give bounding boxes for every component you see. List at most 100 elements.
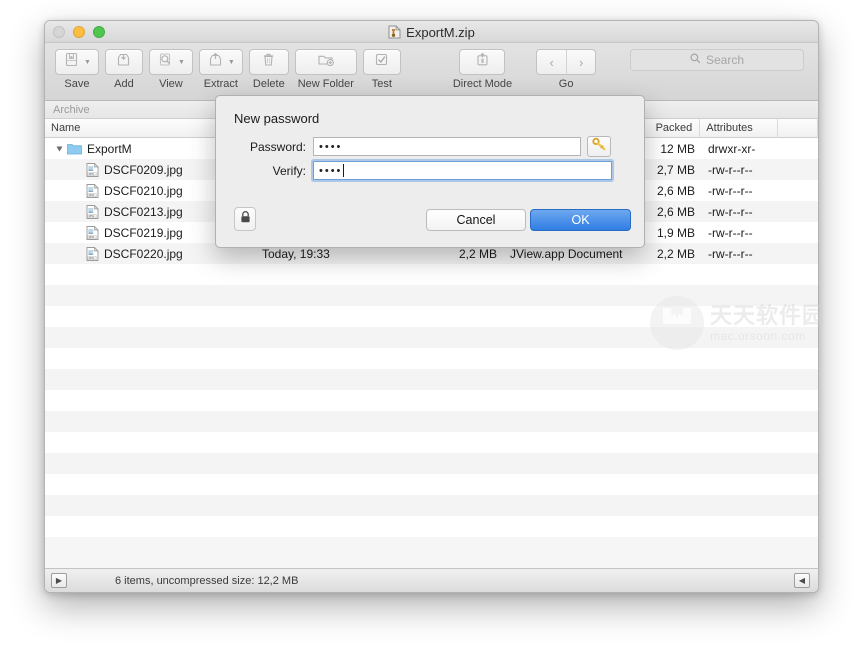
verify-value: •••• [319, 164, 343, 177]
folder-icon [67, 143, 82, 155]
dialog-title: New password [234, 111, 320, 126]
empty-row [45, 453, 818, 474]
ok-button[interactable]: OK [530, 209, 631, 231]
jpeg-file-icon: JPG [86, 162, 99, 177]
go-forward-button[interactable]: › [566, 50, 595, 74]
key-icon [592, 137, 606, 156]
row-attributes-cell: -rw-r--r-- [708, 204, 753, 219]
chevron-down-icon: ▼ [177, 58, 185, 66]
cancel-button[interactable]: Cancel [426, 209, 526, 231]
verify-field-row: Verify: •••• [234, 161, 612, 180]
empty-row [45, 369, 818, 390]
password-input[interactable]: •••• [313, 137, 581, 156]
main-toolbar: ▼ Save Add ▼ View ▼ Extract Delete New F… [45, 43, 818, 101]
svg-text:JPG: JPG [88, 193, 95, 197]
chevron-right-icon: › [578, 54, 584, 70]
svg-text:JPG: JPG [88, 256, 95, 260]
trash-icon [260, 51, 277, 73]
new-folder-icon [316, 51, 335, 73]
column-header-attributes[interactable]: Attributes [700, 118, 779, 138]
row-packed-cell: 2,6 MB [656, 183, 695, 198]
column-header-packed[interactable]: Packed [639, 118, 701, 138]
toolbar-button-view[interactable]: ▼ View [148, 49, 193, 90]
jpeg-file-icon: JPG [86, 225, 99, 240]
empty-row [45, 537, 818, 538]
verify-label: Verify: [272, 163, 306, 178]
row-name-cell[interactable]: JPG DSCF0220.jpg [45, 246, 256, 261]
empty-row [45, 474, 818, 495]
svg-text:JPG: JPG [88, 214, 95, 218]
scroll-left-icon[interactable]: ▶ [51, 573, 67, 588]
row-packed-cell: 1,9 MB [656, 225, 695, 240]
row-packed-cell: 2,7 MB [656, 162, 695, 177]
toolbar-button-test[interactable]: Test [362, 49, 401, 90]
empty-row [45, 432, 818, 453]
row-name-label: DSCF0213.jpg [104, 204, 183, 219]
column-header-extra[interactable] [778, 118, 818, 138]
view-magnifier-icon [157, 51, 174, 73]
chevron-down-icon: ▼ [227, 58, 235, 66]
empty-row [45, 327, 818, 348]
toolbar-go-group: ‹ › Go [536, 49, 597, 90]
lock-icon [239, 210, 252, 229]
row-name-label: DSCF0219.jpg [104, 225, 183, 240]
toolbar-button-delete[interactable]: Delete [248, 49, 289, 90]
lock-options-button[interactable] [234, 207, 256, 231]
row-date-cell: Today, 19:33 [262, 246, 330, 261]
save-archive-icon [63, 51, 80, 73]
toolbar-label-go: Go [558, 78, 574, 90]
jpeg-file-icon: JPG [86, 246, 99, 261]
row-attributes-cell: -rw-r--r-- [708, 225, 753, 240]
window-title-group: ExportM.zip [45, 21, 818, 43]
window-titlebar[interactable]: ExportM.zip [45, 21, 818, 43]
row-attributes-cell: drwxr-xr- [708, 141, 756, 156]
empty-row [45, 411, 818, 432]
toolbar-label-view: View [159, 78, 183, 90]
row-packed-cell: 2,2 MB [656, 246, 695, 261]
verify-input[interactable]: •••• [313, 161, 612, 180]
empty-row [45, 285, 818, 306]
add-to-archive-icon [115, 51, 132, 73]
empty-row [45, 390, 818, 411]
window-title: ExportM.zip [406, 24, 475, 40]
chevron-down-icon: ▼ [84, 58, 91, 66]
empty-row [45, 495, 818, 516]
toolbar-label-extract: Extract [203, 78, 238, 90]
toolbar-label-save: Save [64, 78, 90, 90]
row-name-label: DSCF0220.jpg [104, 246, 183, 261]
toolbar-button-save[interactable]: ▼ Save [55, 49, 99, 90]
row-size-cell: 2,2 MB [458, 246, 497, 261]
archive-label: Archive [53, 103, 90, 116]
row-kind-cell: JView.app Document [510, 246, 623, 261]
toolbar-button-add[interactable]: Add [104, 49, 143, 90]
toolbar-button-extract[interactable]: ▼ Extract [198, 49, 243, 90]
generate-password-button[interactable] [587, 136, 611, 157]
row-packed-cell: 2,6 MB [656, 204, 695, 219]
toolbar-label-test: Test [371, 78, 392, 90]
toolbar-button-direct-mode[interactable]: Direct Mode [453, 49, 512, 90]
extract-icon [207, 51, 224, 73]
toolbar-label-direct-mode: Direct Mode [452, 78, 513, 90]
go-back-button[interactable]: ‹ [537, 50, 566, 74]
toolbar-label-add: Add [114, 78, 134, 90]
new-password-dialog: New password Password: •••• Verify: ••••… [215, 95, 645, 248]
row-packed-cell: 12 MB [660, 141, 695, 156]
svg-text:JPG: JPG [88, 235, 95, 239]
password-value: •••• [319, 140, 343, 153]
disclosure-triangle-icon[interactable] [56, 146, 63, 151]
empty-row [45, 264, 818, 285]
search-input[interactable]: Search [630, 49, 804, 71]
password-label: Password: [249, 139, 306, 154]
toolbar-label-delete: Delete [252, 78, 285, 90]
toolbar-button-new-folder[interactable]: New Folder [294, 49, 357, 90]
row-name-label: DSCF0210.jpg [104, 183, 183, 198]
password-field-row: Password: •••• [234, 136, 611, 157]
test-checkmark-icon [373, 51, 390, 73]
row-attributes-cell: -rw-r--r-- [708, 183, 753, 198]
zip-archive-icon [388, 25, 402, 39]
svg-text:JPG: JPG [88, 172, 95, 176]
screenshot-root: ExportM.zip ▼ Save Add ▼ View ▼ Extract … [0, 0, 863, 658]
chevron-left-icon: ‹ [549, 54, 554, 70]
scroll-right-icon[interactable]: ◀ [794, 573, 810, 588]
empty-row [45, 348, 818, 369]
